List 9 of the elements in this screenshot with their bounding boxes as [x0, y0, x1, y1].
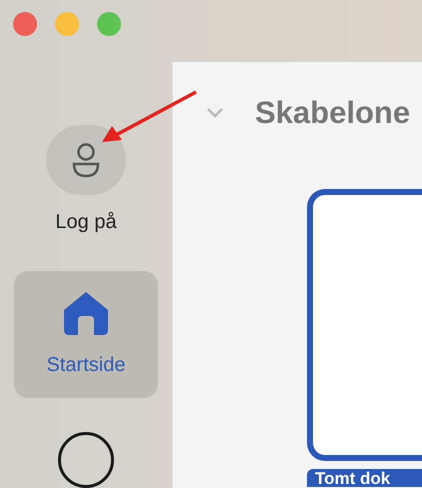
person-icon — [71, 142, 101, 178]
home-icon — [62, 290, 110, 336]
minimize-window-button[interactable] — [55, 12, 79, 36]
blank-document-thumbnail[interactable] — [307, 189, 422, 461]
sign-in-label[interactable]: Log på — [55, 207, 117, 238]
template-name-label[interactable]: Tomt dok — [307, 469, 422, 487]
section-title: Skabelone — [255, 94, 410, 132]
zoom-window-button[interactable] — [97, 12, 121, 36]
close-window-button[interactable] — [13, 12, 37, 36]
